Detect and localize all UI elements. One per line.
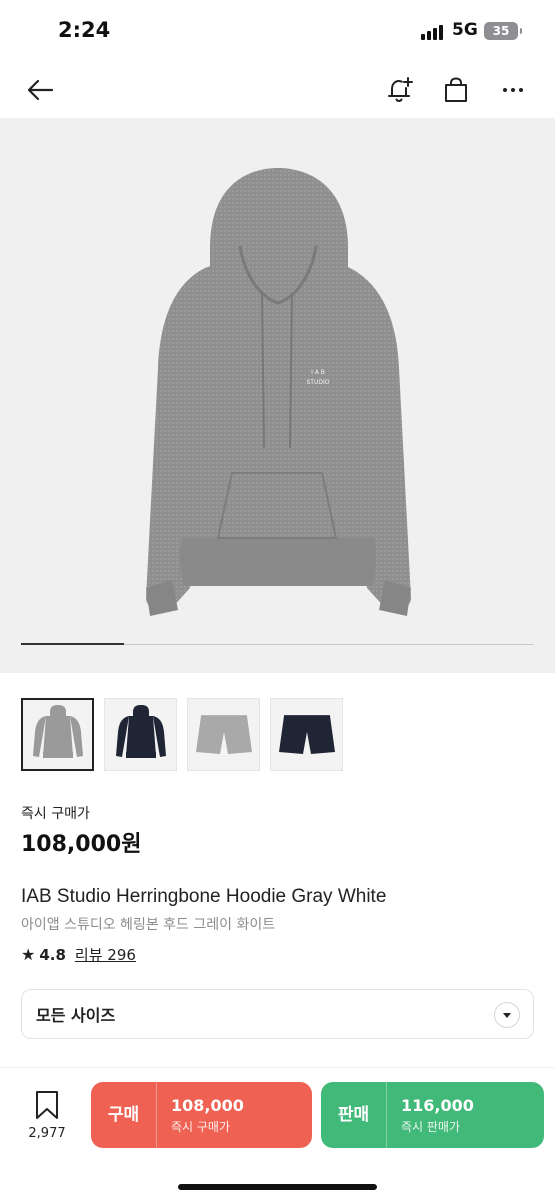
product-title-en: IAB Studio Herringbone Hoodie Gray White (21, 886, 387, 907)
rating: ★ 4.8 리뷰 296 (21, 944, 136, 965)
rating-score: 4.8 (39, 945, 66, 964)
wish-button[interactable]: 2,977 (22, 1090, 72, 1141)
size-select-label: 모든 사이즈 (36, 1006, 116, 1025)
price-label: 즉시 구매가 (21, 806, 90, 822)
more-button[interactable] (495, 72, 531, 108)
gray-shorts-icon (195, 714, 252, 754)
thumbnail-navy-hoodie[interactable] (104, 698, 177, 771)
product-image[interactable]: I A B STUDIO (0, 118, 555, 673)
thumbnail-strip (21, 698, 343, 771)
gray-hoodie-icon (32, 704, 83, 758)
thumbnail-gray-hoodie[interactable] (21, 698, 94, 771)
status-bar: 2:24 5G 35 (0, 0, 555, 62)
gallery-progress-fill (21, 643, 124, 645)
bell-plus-icon (388, 77, 413, 102)
buy-button[interactable]: 구매 108,000 즉시 구매가 (91, 1082, 312, 1148)
chevron-down-icon (494, 1002, 520, 1028)
product-title-ko: 아이앱 스튜디오 헤링본 후드 그레이 화이트 (21, 917, 276, 933)
signal-icon (421, 24, 445, 40)
sell-button[interactable]: 판매 116,000 즉시 판매가 (321, 1082, 544, 1148)
bookmark-icon (36, 1091, 58, 1119)
buy-label: 구매 (91, 1082, 157, 1148)
sell-amount: 116,000 (401, 1095, 474, 1115)
nav-bar (0, 62, 555, 118)
more-horizontal-icon (503, 88, 523, 92)
review-link[interactable]: 리뷰 296 (75, 944, 136, 965)
gray-hoodie-image: I A B STUDIO (146, 168, 411, 616)
buy-sub: 즉시 구매가 (171, 1119, 231, 1134)
svg-text:STUDIO: STUDIO (307, 379, 330, 386)
arrow-left-icon (27, 79, 54, 101)
bottom-action-bar: 2,977 구매 108,000 즉시 구매가 판매 116,000 즉시 판매… (0, 1067, 555, 1200)
shopping-bag-icon (445, 77, 467, 102)
gallery-progress (21, 643, 534, 645)
network-type: 5G (452, 20, 478, 40)
size-select[interactable]: 모든 사이즈 (21, 989, 534, 1039)
status-time: 2:24 (58, 18, 111, 42)
navy-hoodie-icon (115, 704, 166, 758)
notify-button[interactable] (382, 72, 418, 108)
thumbnail-navy-shorts[interactable] (270, 698, 343, 771)
cart-button[interactable] (438, 72, 474, 108)
sell-label: 판매 (321, 1082, 387, 1148)
thumbnail-gray-shorts[interactable] (187, 698, 260, 771)
navy-shorts-icon (278, 714, 335, 754)
home-indicator (178, 1184, 377, 1190)
buy-amount: 108,000 (171, 1095, 244, 1115)
star-icon: ★ (21, 945, 36, 964)
back-button[interactable] (22, 72, 58, 108)
svg-text:I A B: I A B (311, 369, 325, 376)
sell-sub: 즉시 판매가 (401, 1119, 461, 1134)
wish-count: 2,977 (28, 1126, 66, 1141)
price: 108,000원 (21, 832, 142, 857)
battery-icon: 35 (484, 22, 522, 40)
